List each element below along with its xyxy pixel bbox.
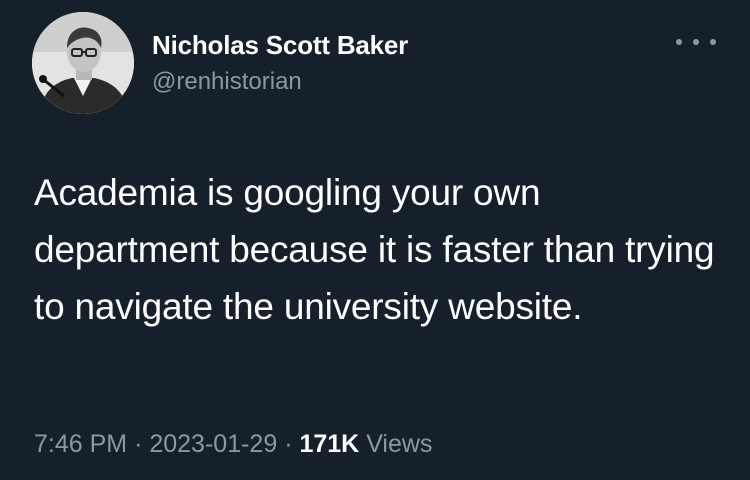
tweet-text: Academia is googling your own department… [34, 172, 715, 327]
author-handle[interactable]: @renhistorian [152, 68, 302, 96]
views-count[interactable]: 171K [299, 430, 359, 458]
more-dot [710, 39, 716, 45]
more-dot [693, 39, 699, 45]
meta-separator: · [284, 430, 293, 458]
views-label: Views [366, 430, 433, 458]
profile-photo-icon [32, 12, 134, 114]
meta-separator: · [134, 430, 143, 458]
tweet-meta: 7:46 PM · 2023-01-29 · 171K Views [34, 430, 432, 459]
tweet-card: Nicholas Scott Baker @renhistorian Acade… [0, 0, 750, 480]
tweet-time[interactable]: 7:46 PM [34, 430, 127, 458]
tweet-date[interactable]: 2023-01-29 [149, 430, 277, 458]
avatar[interactable] [32, 12, 134, 114]
more-dot [676, 39, 682, 45]
more-icon[interactable] [676, 30, 716, 54]
author-display-name[interactable]: Nicholas Scott Baker [152, 30, 408, 61]
